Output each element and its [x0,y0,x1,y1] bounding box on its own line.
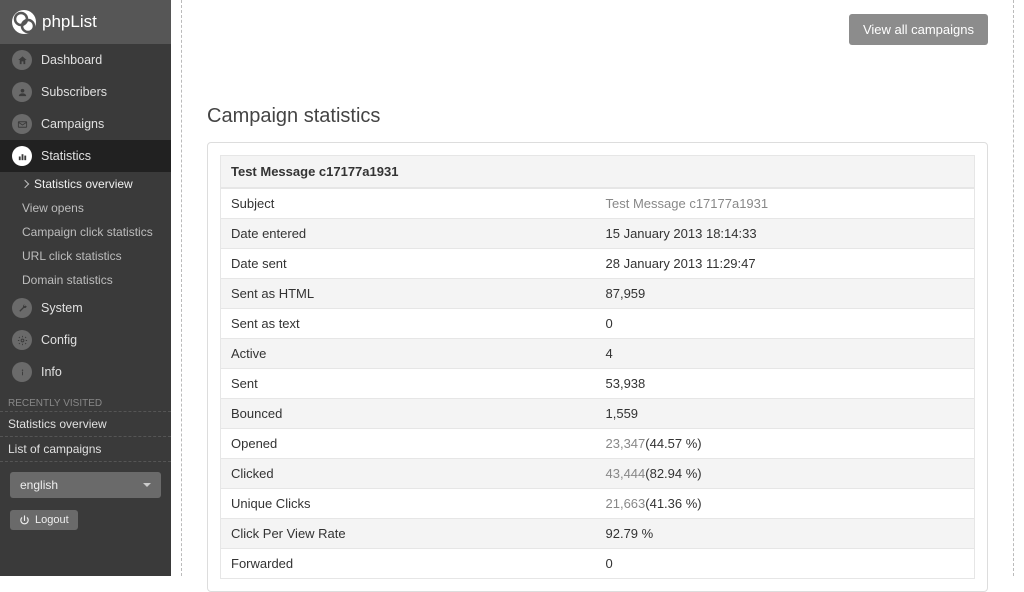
subject-link[interactable]: Test Message c17177a1931 [606,196,769,211]
nav-info[interactable]: Info [0,356,171,388]
recently-visited-header: RECENTLY VISITED [0,394,171,412]
row-sent-text: Sent as text0 [221,309,975,339]
language-select[interactable]: english [10,472,161,498]
nav-config[interactable]: Config [0,324,171,356]
nav-label: Info [41,365,62,379]
nav-label: System [41,301,83,315]
view-all-campaigns-button[interactable]: View all campaigns [849,14,988,45]
row-cpvr: Click Per View Rate92.79 % [221,519,975,549]
wrench-icon [12,298,32,318]
subnav-overview[interactable]: Statistics overview [0,172,171,196]
row-sent-html: Sent as HTML87,959 [221,279,975,309]
logo-text: phpList [42,12,97,32]
chart-icon [12,146,32,166]
row-unique: Unique Clicks21,663(41.36 %) [221,489,975,519]
page-title: Campaign statistics [207,45,988,128]
campaign-name: Test Message c17177a1931 [220,155,975,188]
statistics-subnav: Statistics overview View opens Campaign … [0,172,171,292]
row-clicked: Clicked43,444(82.94 %) [221,459,975,489]
campaign-stats-card: Test Message c17177a1931 SubjectTest Mes… [207,142,988,592]
row-opened: Opened23,347(44.57 %) [221,429,975,459]
row-forwarded: Forwarded0 [221,549,975,579]
logo-icon [12,10,36,34]
nav-label: Campaigns [41,117,104,131]
info-icon [12,362,32,382]
user-icon [12,82,32,102]
nav-system[interactable]: System [0,292,171,324]
recent-item[interactable]: List of campaigns [0,437,171,462]
chevron-right-icon [21,180,29,188]
logo[interactable]: phpList [0,0,171,44]
stats-table: SubjectTest Message c17177a1931 Date ent… [220,188,975,579]
row-bounced: Bounced1,559 [221,399,975,429]
logout-button[interactable]: Logout [10,510,78,530]
sidebar: phpList Dashboard Subscribers Campaigns … [0,0,171,576]
nav-statistics[interactable]: Statistics [0,140,171,172]
nav-campaigns[interactable]: Campaigns [0,108,171,140]
row-date-sent: Date sent28 January 2013 11:29:47 [221,249,975,279]
subnav-view-opens[interactable]: View opens [0,196,171,220]
nav-label: Statistics [41,149,91,163]
chevron-down-icon [143,483,151,487]
power-icon [19,515,30,526]
logout-label: Logout [35,514,69,526]
subnav-campaign-clicks[interactable]: Campaign click statistics [0,220,171,244]
row-date-entered: Date entered15 January 2013 18:14:33 [221,219,975,249]
nav-label: Subscribers [41,85,107,99]
nav-subscribers[interactable]: Subscribers [0,76,171,108]
mail-icon [12,114,32,134]
language-value: english [20,478,58,492]
row-active: Active4 [221,339,975,369]
nav-label: Config [41,333,77,347]
recent-item[interactable]: Statistics overview [0,412,171,437]
main-content: View all campaigns Campaign statistics T… [171,0,1024,576]
row-sent: Sent53,938 [221,369,975,399]
opened-link[interactable]: 23,347 [606,436,646,451]
unique-link[interactable]: 21,663 [606,496,646,511]
clicked-link[interactable]: 43,444 [606,466,646,481]
row-subject: SubjectTest Message c17177a1931 [221,189,975,219]
subnav-domain[interactable]: Domain statistics [0,268,171,292]
nav-label: Dashboard [41,53,102,67]
nav-dashboard[interactable]: Dashboard [0,44,171,76]
subnav-url-clicks[interactable]: URL click statistics [0,244,171,268]
home-icon [12,50,32,70]
gear-icon [12,330,32,350]
